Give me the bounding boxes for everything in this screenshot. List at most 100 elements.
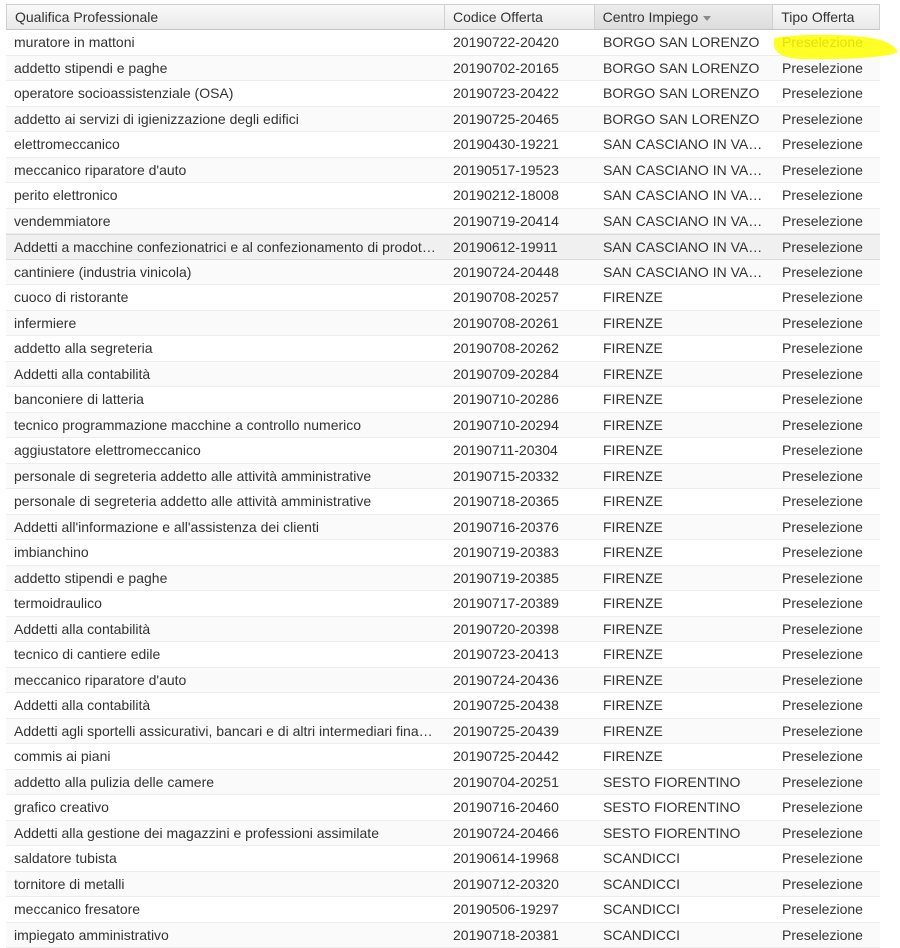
cell-codice: 20190722-20420 (445, 30, 595, 55)
cell-codice: 20190612-19911 (445, 235, 595, 259)
cell-tipo: Preselezione (774, 591, 880, 616)
table-row[interactable]: meccanico fresatore20190506-19297SCANDIC… (6, 897, 880, 923)
cell-tipo: Preselezione (774, 566, 880, 591)
cell-codice: 20190708-20262 (445, 336, 595, 361)
table-row[interactable]: Addetti agli sportelli assicurativi, ban… (6, 719, 880, 745)
table-row[interactable]: tecnico di cantiere edile20190723-20413F… (6, 642, 880, 668)
cell-centro: SCANDICCI (595, 846, 774, 871)
cell-qualifica: Addetti alla contabilità (6, 617, 445, 642)
table-row[interactable]: grafico creativo20190716-20460SESTO FIOR… (6, 795, 880, 821)
cell-tipo: Preselezione (774, 81, 880, 106)
table-row[interactable]: personale di segreteria addetto alle att… (6, 489, 880, 515)
cell-centro: BORGO SAN LORENZO (595, 56, 774, 81)
cell-codice: 20190724-20436 (445, 668, 595, 693)
cell-codice: 20190717-20389 (445, 591, 595, 616)
cell-qualifica: tornitore di metalli (6, 872, 445, 897)
cell-centro: FIRENZE (595, 464, 774, 489)
cell-tipo: Preselezione (774, 719, 880, 744)
table-row[interactable]: Addetti alla contabilità20190709-20284FI… (6, 362, 880, 388)
table-row[interactable]: meccanico riparatore d'auto20190724-2043… (6, 668, 880, 694)
cell-codice: 20190725-20439 (445, 719, 595, 744)
cell-tipo: Preselezione (774, 464, 880, 489)
cell-centro: FIRENZE (595, 744, 774, 769)
cell-qualifica: meccanico riparatore d'auto (6, 158, 445, 183)
table-row[interactable]: Addetti alla contabilità20190720-20398FI… (6, 617, 880, 643)
table-row[interactable]: Addetti alla contabilità20190725-20438FI… (6, 693, 880, 719)
table-row[interactable]: addetto alla pulizia delle camere2019070… (6, 770, 880, 796)
table-row[interactable]: meccanico riparatore d'auto20190517-1952… (6, 158, 880, 184)
table-row[interactable]: cantiniere (industria vinicola)20190724-… (6, 260, 880, 286)
cell-qualifica: perito elettronico (6, 183, 445, 208)
table-row[interactable]: operatore socioassistenziale (OSA)201907… (6, 81, 880, 107)
table-row[interactable]: addetto stipendi e paghe20190719-20385FI… (6, 566, 880, 592)
table-row[interactable]: personale di segreteria addetto alle att… (6, 464, 880, 490)
cell-centro: SESTO FIORENTINO (595, 821, 774, 846)
table-row[interactable]: termoidraulico20190717-20389FIRENZEPrese… (6, 591, 880, 617)
table-row[interactable]: impiegato amministrativo20190718-20381SC… (6, 923, 880, 948)
table-row[interactable]: muratore in mattoni20190722-20420BORGO S… (6, 30, 880, 56)
cell-centro: FIRENZE (595, 362, 774, 387)
cell-tipo: Preselezione (774, 744, 880, 769)
cell-codice: 20190724-20448 (445, 260, 595, 285)
cell-codice: 20190704-20251 (445, 770, 595, 795)
cell-qualifica: impiegato amministrativo (6, 923, 445, 948)
cell-qualifica: addetto alla pulizia delle camere (6, 770, 445, 795)
column-header-codice[interactable]: Codice Offerta (445, 5, 595, 29)
cell-codice: 20190712-20320 (445, 872, 595, 897)
column-header-tipo[interactable]: Tipo Offerta (773, 5, 879, 29)
table-row[interactable]: aggiustatore elettromeccanico20190711-20… (6, 438, 880, 464)
cell-centro: FIRENZE (595, 336, 774, 361)
column-header-centro[interactable]: Centro Impiego (595, 5, 774, 29)
cell-centro: FIRENZE (595, 642, 774, 667)
table-row[interactable]: addetto alla segreteria20190708-20262FIR… (6, 336, 880, 362)
cell-qualifica: saldatore tubista (6, 846, 445, 871)
cell-centro: SCANDICCI (595, 923, 774, 948)
table-row[interactable]: tornitore di metalli20190712-20320SCANDI… (6, 872, 880, 898)
cell-centro: FIRENZE (595, 617, 774, 642)
cell-qualifica: personale di segreteria addetto alle att… (6, 464, 445, 489)
job-offers-grid: Qualifica Professionale Codice Offerta C… (6, 4, 880, 948)
cell-qualifica: Addetti alla gestione dei magazzini e pr… (6, 821, 445, 846)
table-row[interactable]: perito elettronico20190212-18008SAN CASC… (6, 183, 880, 209)
table-row[interactable]: imbianchino20190719-20383FIRENZEPreselez… (6, 540, 880, 566)
cell-qualifica: tecnico programmazione macchine a contro… (6, 413, 445, 438)
cell-qualifica: termoidraulico (6, 591, 445, 616)
table-row[interactable]: addetto ai servizi di igienizzazione deg… (6, 107, 880, 133)
table-row[interactable]: infermiere20190708-20261FIRENZEPreselezi… (6, 311, 880, 337)
table-row[interactable]: cuoco di ristorante20190708-20257FIRENZE… (6, 285, 880, 311)
cell-tipo: Preselezione (774, 183, 880, 208)
cell-tipo: Preselezione (774, 285, 880, 310)
cell-centro: BORGO SAN LORENZO (595, 81, 774, 106)
cell-codice: 20190716-20376 (445, 515, 595, 540)
cell-centro: FIRENZE (595, 387, 774, 412)
cell-codice: 20190710-20286 (445, 387, 595, 412)
column-header-centro-label: Centro Impiego (603, 9, 699, 25)
table-row[interactable]: tecnico programmazione macchine a contro… (6, 413, 880, 439)
table-row[interactable]: commis ai piani20190725-20442FIRENZEPres… (6, 744, 880, 770)
table-row[interactable]: Addetti a macchine confezionatrici e al … (6, 234, 880, 260)
cell-tipo: Preselezione (774, 923, 880, 948)
table-row[interactable]: saldatore tubista20190614-19968SCANDICCI… (6, 846, 880, 872)
cell-qualifica: Addetti agli sportelli assicurativi, ban… (6, 719, 445, 744)
cell-tipo: Preselezione (774, 872, 880, 897)
cell-codice: 20190710-20294 (445, 413, 595, 438)
table-row[interactable]: Addetti alla gestione dei magazzini e pr… (6, 821, 880, 847)
cell-tipo: Preselezione (774, 413, 880, 438)
cell-codice: 20190719-20383 (445, 540, 595, 565)
cell-tipo: Preselezione (774, 897, 880, 922)
table-row[interactable]: banconiere di latteria20190710-20286FIRE… (6, 387, 880, 413)
cell-qualifica: Addetti all'informazione e all'assistenz… (6, 515, 445, 540)
cell-tipo: Preselezione (774, 56, 880, 81)
cell-codice: 20190724-20466 (445, 821, 595, 846)
cell-centro: FIRENZE (595, 591, 774, 616)
table-row[interactable]: addetto stipendi e paghe20190702-20165BO… (6, 56, 880, 82)
table-row[interactable]: Addetti all'informazione e all'assistenz… (6, 515, 880, 541)
cell-centro: FIRENZE (595, 438, 774, 463)
table-row[interactable]: elettromeccanico20190430-19221SAN CASCIA… (6, 132, 880, 158)
cell-tipo: Preselezione (774, 642, 880, 667)
column-header-qualifica[interactable]: Qualifica Professionale (7, 5, 445, 29)
cell-qualifica: muratore in mattoni (6, 30, 445, 55)
cell-codice: 20190723-20422 (445, 81, 595, 106)
cell-qualifica: addetto ai servizi di igienizzazione deg… (6, 107, 445, 132)
table-row[interactable]: vendemmiatore20190719-20414SAN CASCIANO … (6, 209, 880, 235)
